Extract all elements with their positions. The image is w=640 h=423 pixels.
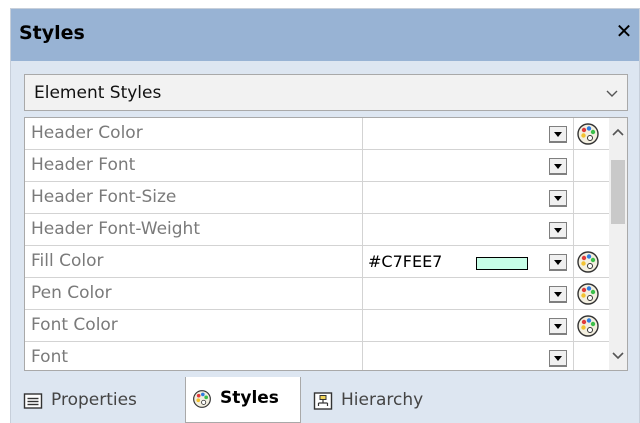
property-name: Font [28,342,363,370]
property-row: Header Color [25,118,611,150]
dropdown-button[interactable] [549,350,567,367]
property-value-cell[interactable] [364,278,574,310]
property-name: Header Color [28,118,363,150]
properties-icon [23,393,43,409]
styles-grid: Header Color Header Font Header Font-Siz… [24,117,628,371]
dropdown-button[interactable] [549,222,567,239]
bottom-tab-bar: Properties Styles Hierarchy [11,377,639,423]
property-value-cell[interactable] [364,342,574,370]
chevron-down-icon[interactable] [611,348,625,362]
palette-icon[interactable] [576,122,600,146]
chevron-up-icon[interactable] [611,126,625,140]
palette-icon[interactable] [576,282,600,306]
property-row: Header Font-Weight [25,214,611,246]
dropdown-button[interactable] [549,126,567,143]
property-value-cell[interactable]: #C7FEE7 [364,246,574,278]
dropdown-button[interactable] [549,190,567,207]
property-name: Fill Color [28,246,363,278]
hierarchy-icon [313,392,333,410]
property-row: Header Font [25,150,611,182]
palette-icon[interactable] [576,250,600,274]
property-row: Pen Color [25,278,611,310]
property-row: Header Font-Size [25,182,611,214]
property-value-cell[interactable] [364,150,574,182]
color-swatch [476,257,528,270]
property-row: Fill Color #C7FEE7 [25,246,611,278]
tab-label: Properties [51,390,137,410]
tab-styles[interactable]: Styles [185,377,301,423]
dropdown-button[interactable] [549,318,567,335]
property-name: Header Font-Weight [28,214,363,246]
dropdown-button[interactable] [549,286,567,303]
property-value: #C7FEE7 [368,252,443,271]
tab-label: Styles [220,388,279,408]
property-name: Header Font [28,150,363,182]
property-value-cell[interactable] [364,214,574,246]
property-row: Font [25,342,611,370]
property-row: Font Color [25,310,611,342]
property-value-cell[interactable] [364,118,574,150]
style-type-value: Element Styles [34,83,162,103]
property-value-cell[interactable] [364,182,574,214]
vertical-scrollbar[interactable] [609,118,627,370]
property-value-cell[interactable] [364,310,574,342]
dropdown-button[interactable] [549,158,567,175]
title-bar: Styles ✕ [11,9,639,61]
property-name: Header Font-Size [28,182,363,214]
style-type-dropdown[interactable]: Element Styles [24,74,628,111]
palette-icon [193,390,211,408]
tab-hierarchy[interactable]: Hierarchy [307,379,467,423]
tab-label: Hierarchy [341,390,424,410]
dropdown-button[interactable] [549,254,567,271]
close-icon[interactable]: ✕ [613,20,635,42]
styles-panel: Styles ✕ Element Styles Header Color Hea… [10,8,640,423]
property-name: Font Color [28,310,363,342]
property-name: Pen Color [28,278,363,310]
panel-title: Styles [19,22,85,44]
scrollbar-thumb[interactable] [611,160,625,224]
palette-icon[interactable] [576,314,600,338]
tab-properties[interactable]: Properties [17,379,185,423]
chevron-down-icon [606,90,618,97]
